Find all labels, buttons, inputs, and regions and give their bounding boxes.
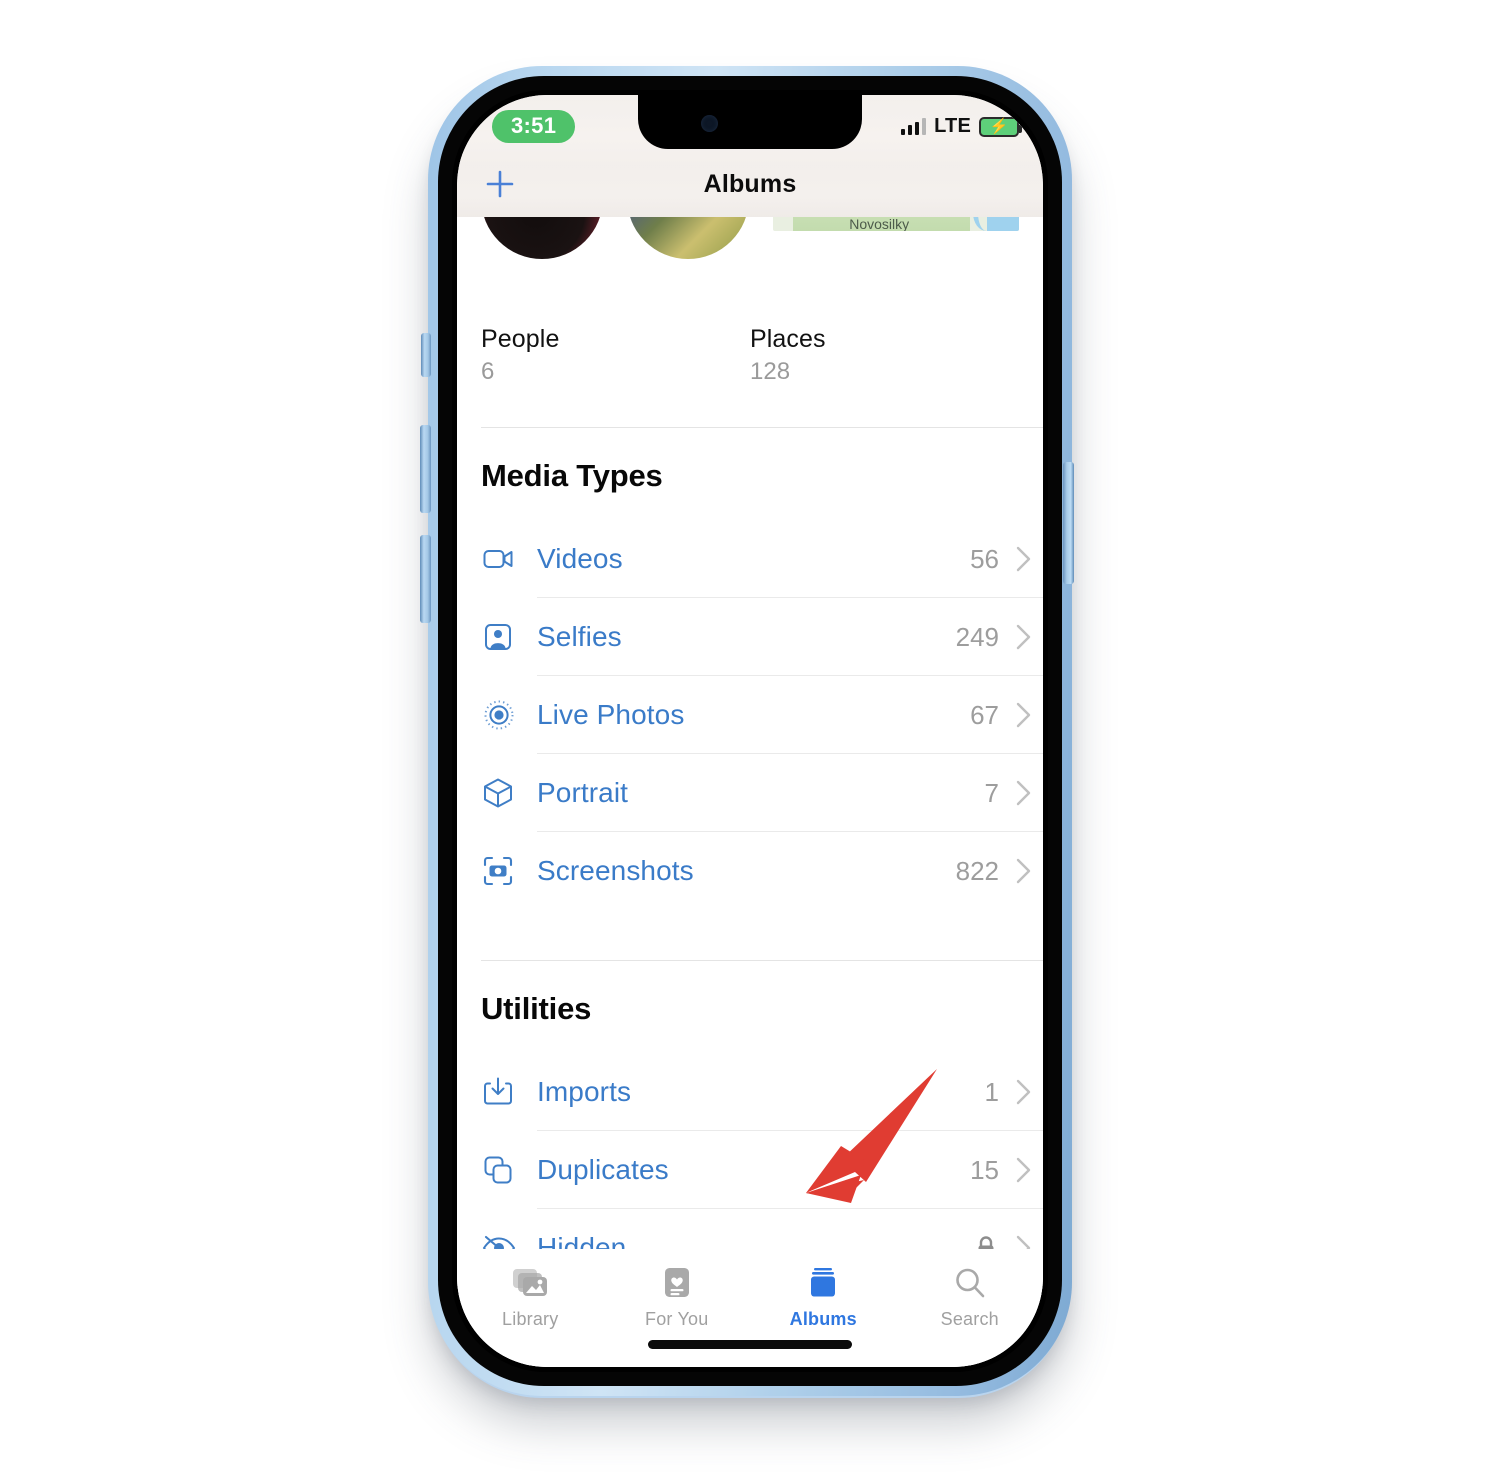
list-item-imports[interactable]: Imports 1 — [481, 1053, 1043, 1132]
chevron-right-icon — [1011, 857, 1037, 885]
people-places-labels: People 6 Places 128 — [457, 325, 1043, 385]
list-item-count: 1 — [984, 1076, 999, 1107]
magnifier-icon — [953, 1263, 987, 1303]
list-item-live-photos[interactable]: Live Photos 67 — [481, 676, 1043, 755]
power-button[interactable] — [1063, 462, 1074, 584]
status-bar: 3:51 LTE ⚡ — [457, 95, 1043, 165]
front-camera-icon — [701, 115, 718, 132]
places-album-cell[interactable]: Places 128 — [750, 325, 1019, 385]
tab-library[interactable]: Library — [457, 1263, 604, 1330]
places-count: 128 — [750, 358, 791, 385]
list-item-videos[interactable]: Videos 56 — [481, 520, 1043, 599]
list-item-selfies[interactable]: Selfies 249 — [481, 598, 1043, 677]
tab-bar: Library For You Albums Search — [457, 1249, 1043, 1367]
map-place-label: Novosilky — [849, 216, 910, 231]
list-item-count: 822 — [955, 855, 999, 886]
albums-scroll-content[interactable]: Novosilky Nature Park People 6 Places 12… — [457, 137, 1043, 1367]
duplicates-icon — [481, 1153, 537, 1187]
chevron-right-icon — [1011, 1156, 1037, 1184]
tab-albums[interactable]: Albums — [750, 1263, 897, 1330]
list-item-screenshots[interactable]: Screenshots 822 — [481, 832, 1043, 910]
places-title: Places — [750, 325, 826, 353]
selfie-person-icon — [481, 620, 537, 654]
tab-search[interactable]: Search — [897, 1263, 1044, 1330]
tab-for-you[interactable]: For You — [604, 1263, 751, 1330]
charging-bolt-icon: ⚡ — [989, 118, 1009, 135]
page-title: Albums — [703, 169, 797, 198]
notch — [638, 95, 862, 149]
screenshot-canvas: 3:51 LTE ⚡ Albums Novosilky People 6 Pla… — [0, 0, 1494, 1484]
tab-label: Search — [940, 1309, 999, 1329]
add-album-button[interactable] — [481, 165, 519, 203]
people-count: 6 — [481, 358, 495, 385]
people-places-thumbnail-row: Novosilky Nature Park — [457, 137, 1043, 325]
list-item-label: Videos — [537, 543, 623, 575]
tab-label: For You — [645, 1309, 709, 1329]
media-types-list: Videos 56 Selfies 249 Live Photos 67 Por… — [457, 520, 1043, 910]
list-item-label: Selfies — [537, 621, 622, 653]
status-right-cluster: LTE ⚡ — [900, 115, 1022, 138]
phone-screen: 3:51 LTE ⚡ Albums Novosilky People 6 Pla… — [457, 95, 1043, 1367]
list-item-count: 249 — [955, 621, 999, 652]
import-icon — [481, 1075, 537, 1109]
live-photo-icon — [481, 697, 537, 733]
silent-switch-button[interactable] — [421, 333, 431, 377]
list-item-count: 15 — [970, 1154, 999, 1185]
list-item-portrait[interactable]: Portrait 7 — [481, 754, 1043, 833]
list-item-count: 56 — [970, 543, 999, 574]
chevron-right-icon — [1011, 623, 1037, 651]
cellular-signal-icon — [900, 118, 927, 135]
list-item-label: Live Photos — [537, 699, 685, 731]
tab-label: Library — [502, 1309, 559, 1329]
people-album-cell[interactable]: People 6 — [481, 325, 750, 385]
list-item-count: 67 — [970, 699, 999, 730]
cube-icon — [481, 776, 537, 810]
list-item-label: Imports — [537, 1076, 632, 1108]
volume-up-button[interactable] — [420, 425, 431, 513]
section-header-utilities: Utilities — [481, 991, 592, 1027]
chevron-right-icon — [1011, 545, 1037, 573]
network-type-label: LTE — [934, 115, 971, 137]
volume-down-button[interactable] — [420, 535, 431, 623]
albums-stack-icon — [806, 1263, 840, 1303]
chevron-right-icon — [1011, 701, 1037, 729]
battery-charging-icon: ⚡ — [979, 116, 1022, 137]
for-you-card-icon — [661, 1263, 693, 1303]
list-item-count: 7 — [984, 777, 999, 808]
section-header-media-types: Media Types — [481, 458, 663, 494]
chevron-right-icon — [1011, 1078, 1037, 1106]
chevron-right-icon — [1011, 779, 1037, 807]
list-item-duplicates[interactable]: Duplicates 15 — [481, 1131, 1043, 1210]
photo-stack-icon — [511, 1263, 549, 1303]
list-item-label: Portrait — [537, 777, 629, 809]
video-camera-icon — [481, 542, 537, 576]
screenshot-icon — [481, 854, 537, 888]
list-item-label: Screenshots — [537, 855, 694, 887]
status-time-recording-pill[interactable]: 3:51 — [492, 110, 576, 143]
home-indicator[interactable] — [648, 1340, 852, 1349]
list-item-label: Duplicates — [537, 1154, 669, 1186]
people-title: People — [481, 325, 560, 353]
tab-label: Albums — [789, 1309, 857, 1329]
